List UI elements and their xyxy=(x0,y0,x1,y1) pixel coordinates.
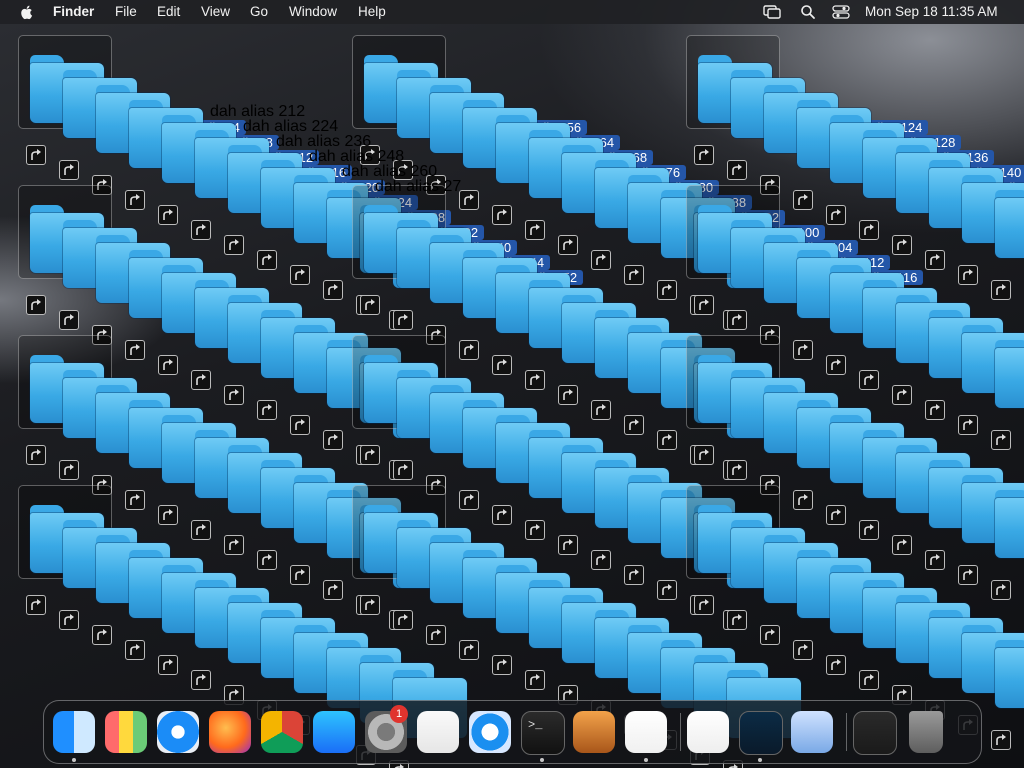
alias-arrow-icon xyxy=(694,595,714,615)
notification-badge: 1 xyxy=(390,705,408,723)
control-center-icon[interactable] xyxy=(832,4,850,20)
quicktime-icon[interactable] xyxy=(469,711,511,753)
alias-arrow-icon xyxy=(26,295,46,315)
alias-arrow-icon xyxy=(459,640,479,660)
desktop-folder-alias[interactable] xyxy=(1016,335,1024,445)
running-indicator xyxy=(540,758,544,762)
app-store-icon[interactable] xyxy=(313,711,355,753)
alias-arrow-icon xyxy=(393,460,413,480)
search-icon[interactable] xyxy=(800,4,816,20)
alias-arrow-icon xyxy=(525,670,545,690)
screen-mirroring-icon[interactable] xyxy=(763,4,781,20)
alias-arrow-icon xyxy=(393,310,413,330)
dock: >_ xyxy=(43,700,982,764)
alias-arrow-icon xyxy=(26,595,46,615)
firefox-icon[interactable] xyxy=(209,711,251,753)
capcut-icon[interactable] xyxy=(687,711,729,753)
terminal-icon[interactable]: >_ xyxy=(521,711,565,755)
menu-bar: Finder File Edit View Go Window Help Mon… xyxy=(0,0,1024,24)
alias-arrow-icon xyxy=(694,445,714,465)
alias-arrow-icon xyxy=(727,310,747,330)
alias-arrow-icon xyxy=(694,295,714,315)
finder-icon[interactable] xyxy=(53,711,95,753)
dock-separator xyxy=(846,713,847,751)
vscode-icon[interactable] xyxy=(625,711,667,753)
safari-icon[interactable] xyxy=(157,711,199,753)
menu-help[interactable]: Help xyxy=(358,4,386,19)
menu-go[interactable]: Go xyxy=(250,4,268,19)
alias-arrow-icon xyxy=(59,160,79,180)
alias-arrow-icon xyxy=(26,445,46,465)
alias-arrow-icon xyxy=(393,610,413,630)
apple-menu-icon[interactable] xyxy=(18,3,36,21)
folder-label: dah alias 27 xyxy=(375,178,462,195)
alias-arrow-icon xyxy=(360,445,380,465)
menu-view[interactable]: View xyxy=(201,4,230,19)
garageband-icon[interactable] xyxy=(573,711,615,753)
alias-arrow-icon xyxy=(760,625,780,645)
alias-arrow-icon xyxy=(59,310,79,330)
running-indicator xyxy=(758,758,762,762)
desktop-folder-alias[interactable] xyxy=(1016,635,1024,745)
alias-arrow-icon xyxy=(727,460,747,480)
textedit-icon[interactable] xyxy=(417,711,459,753)
alias-arrow-icon xyxy=(191,670,211,690)
alias-arrow-icon xyxy=(158,655,178,675)
preview-icon[interactable] xyxy=(791,711,833,753)
chrome-icon[interactable] xyxy=(261,711,303,753)
menu-window[interactable]: Window xyxy=(289,4,337,19)
menu-app-name[interactable]: Finder xyxy=(53,4,94,19)
alias-arrow-icon xyxy=(426,625,446,645)
alias-arrow-icon xyxy=(92,625,112,645)
alias-arrow-icon xyxy=(793,640,813,660)
alias-arrow-icon xyxy=(727,610,747,630)
running-indicator xyxy=(644,758,648,762)
desktop-folder-alias[interactable] xyxy=(1016,485,1024,595)
launchpad-icon[interactable] xyxy=(105,711,147,753)
menu-clock[interactable]: Mon Sep 18 11:35 AM xyxy=(865,4,998,19)
alias-arrow-icon xyxy=(727,160,747,180)
alias-arrow-icon xyxy=(859,670,879,690)
alias-arrow-icon xyxy=(991,730,1011,750)
menu-edit[interactable]: Edit xyxy=(157,4,180,19)
alias-arrow-icon xyxy=(492,655,512,675)
desktop-folder-alias[interactable]: dah alias 200 xyxy=(1016,185,1024,295)
downloads-stack-icon[interactable] xyxy=(853,711,897,755)
alias-arrow-icon xyxy=(59,460,79,480)
alias-arrow-icon xyxy=(125,640,145,660)
alias-arrow-icon xyxy=(26,145,46,165)
trash-icon[interactable] xyxy=(909,711,943,753)
alias-arrow-icon xyxy=(694,145,714,165)
dock-separator xyxy=(680,713,681,751)
desktop[interactable]: dah alias 4dah alias 8dah alias 12dah al… xyxy=(0,0,1024,768)
alias-arrow-icon xyxy=(360,595,380,615)
screen-recorder-icon[interactable] xyxy=(739,711,783,755)
alias-arrow-icon xyxy=(59,610,79,630)
running-indicator xyxy=(72,758,76,762)
menu-file[interactable]: File xyxy=(115,4,137,19)
alias-arrow-icon xyxy=(826,655,846,675)
alias-arrow-icon xyxy=(360,295,380,315)
